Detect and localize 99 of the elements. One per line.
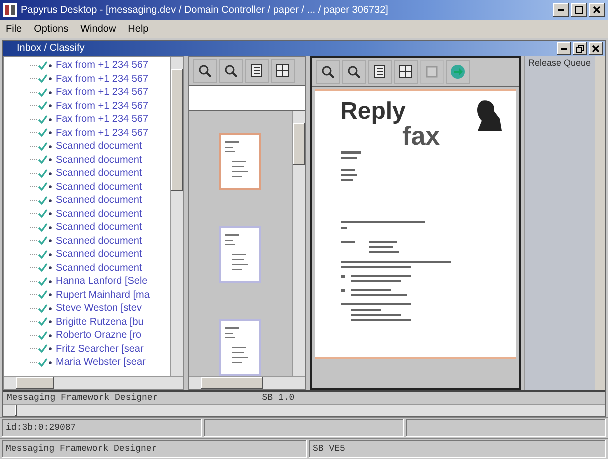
minimize-icon (558, 9, 564, 11)
magnifier-icon (198, 64, 212, 78)
toolbar-button[interactable] (394, 60, 418, 84)
check-icon (30, 358, 52, 368)
check-icon (30, 317, 52, 328)
app-icon (3, 3, 17, 17)
pages-icon (398, 65, 413, 79)
toolbar-button[interactable] (368, 60, 392, 84)
magnifier-icon (320, 65, 335, 79)
check-icon (30, 74, 52, 84)
check-icon (30, 168, 52, 179)
minimize-button[interactable] (557, 42, 571, 55)
check-icon (30, 196, 52, 206)
tree-item[interactable]: Steve Weston [stev (56, 303, 142, 314)
tree-item[interactable]: Scanned document (56, 154, 142, 166)
close-button[interactable] (589, 3, 605, 17)
tree-item[interactable]: Hanna Lanford [Sele (56, 276, 148, 288)
page-thumbnail[interactable] (219, 133, 262, 190)
close-icon (593, 6, 601, 14)
close-button[interactable] (589, 42, 603, 55)
menu-item[interactable]: Options (34, 24, 69, 34)
tree-item[interactable]: Scanned document (56, 236, 142, 247)
restore-icon (576, 44, 584, 52)
vertical-scrollbar[interactable] (595, 56, 605, 390)
check-icon (30, 209, 52, 220)
toolbar-button[interactable] (342, 60, 366, 84)
maximize-icon (575, 6, 583, 14)
page-icon (250, 64, 264, 78)
check-icon (30, 182, 52, 192)
pages-icon (276, 64, 290, 78)
toolbar-button[interactable] (271, 59, 296, 83)
output-text: SB 1.0 (261, 393, 295, 403)
close-icon (592, 44, 600, 52)
magnifier-icon (224, 64, 238, 78)
tree-item[interactable]: Fritz Searcher [sear (56, 344, 144, 355)
child-window-title: Inbox / Classify (17, 43, 86, 54)
toolbar-button[interactable] (245, 59, 270, 83)
document-heading: Reply (340, 99, 406, 125)
check-icon (30, 60, 52, 71)
status-field: id:3b:0:29087 (2, 419, 202, 437)
check-icon (30, 101, 52, 112)
maximize-button[interactable] (571, 3, 587, 17)
minimize-button[interactable] (553, 3, 569, 17)
check-icon (30, 330, 52, 341)
restore-button[interactable] (573, 42, 587, 55)
window-title: Papyrus Desktop - [messaging.dev / Domain Controller / paper / ... / paper 306732] (21, 4, 390, 16)
tree-item[interactable]: Scanned document (56, 249, 142, 260)
check-icon (30, 222, 52, 233)
horizontal-scrollbar[interactable] (4, 376, 184, 389)
check-icon (30, 236, 52, 246)
document-heading: fax (402, 125, 442, 147)
tree-item[interactable]: Fax from +1 234 567 (56, 87, 149, 98)
menu-item[interactable]: Help (128, 24, 149, 34)
blank-icon (424, 65, 439, 79)
magnifier-icon (346, 65, 361, 79)
check-icon (30, 88, 52, 98)
check-icon (30, 276, 52, 287)
check-icon (30, 304, 52, 314)
vertical-scrollbar[interactable] (292, 111, 305, 376)
tree-item[interactable]: Scanned document (56, 222, 142, 234)
tree-item[interactable]: Scanned document (56, 208, 142, 220)
menu-item[interactable]: File (6, 24, 22, 34)
tree-item[interactable]: Scanned document (56, 262, 142, 274)
tree-item[interactable]: Fax from +1 234 567 (56, 100, 149, 112)
output-text: Messaging Framework Designer (6, 393, 158, 403)
tree-item[interactable]: Fax from +1 234 567 (56, 60, 149, 72)
check-icon (30, 155, 52, 166)
check-icon (30, 128, 52, 138)
tree-item[interactable]: Maria Webster [sear (56, 357, 146, 368)
minimize-icon (561, 48, 567, 50)
tree-item[interactable]: Scanned document (56, 168, 142, 180)
panel-title: Release Queue (528, 58, 592, 68)
check-icon (30, 250, 52, 260)
toolbar-button[interactable] (219, 59, 244, 83)
horizontal-scrollbar[interactable] (3, 404, 605, 416)
tree-item[interactable]: Fax from +1 234 567 (56, 74, 149, 85)
tree-item[interactable]: Brigitte Rutzena [bu (56, 316, 144, 328)
tree-item[interactable]: Scanned document (56, 141, 142, 152)
tree-item[interactable]: Scanned document (56, 195, 142, 206)
menu-item[interactable]: Window (80, 24, 116, 34)
check-icon (30, 344, 52, 354)
horizontal-scrollbar[interactable] (189, 376, 305, 389)
tree-item[interactable]: Rupert Mainhard [ma (56, 290, 150, 301)
toolbar-button[interactable] (193, 59, 218, 83)
tree-item[interactable]: Fax from +1 234 567 (56, 114, 149, 126)
check-icon (30, 263, 52, 274)
vertical-scrollbar[interactable] (170, 57, 184, 376)
status-field: Messaging Framework Designer (2, 440, 307, 458)
page-thumbnail[interactable] (219, 319, 262, 376)
toolbar-button[interactable] (316, 60, 340, 84)
check-icon (30, 290, 52, 300)
check-icon (30, 114, 52, 125)
tree-item[interactable]: Roberto Orazne [ro (56, 330, 142, 342)
page-icon (372, 65, 387, 79)
page-thumbnail[interactable] (219, 226, 262, 283)
tree-item[interactable]: Scanned document (56, 182, 142, 193)
check-icon (30, 142, 52, 152)
status-field: SB VE5 (309, 440, 606, 458)
tree-item[interactable]: Fax from +1 234 567 (56, 128, 149, 139)
